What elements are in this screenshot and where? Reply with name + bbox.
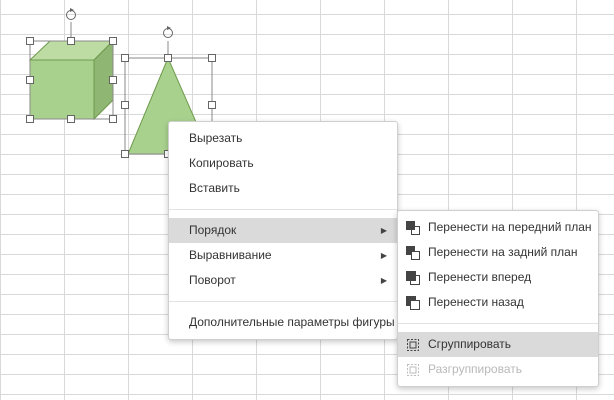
menu-item-arrange-label: Порядок: [189, 223, 237, 237]
submenu-item-bring-forward[interactable]: Перенести вперед: [398, 265, 598, 290]
menu-item-paste[interactable]: Вставить: [169, 176, 397, 201]
submenu-item-label: Перенести вперед: [428, 270, 532, 284]
cube-rotate-handle[interactable]: [66, 8, 76, 20]
menu-separator: [169, 301, 397, 302]
bring-forward-icon: [406, 271, 420, 285]
submenu-item-label: Перенести на задний план: [428, 245, 578, 259]
menu-item-copy[interactable]: Копировать: [169, 151, 397, 176]
submenu-arrow-icon: ▶: [380, 226, 387, 235]
menu-item-align[interactable]: Выравнивание ▶: [169, 243, 397, 268]
menu-item-arrange[interactable]: Порядок ▶: [169, 218, 397, 243]
menu-item-cut[interactable]: Вырезать: [169, 126, 397, 151]
group-icon: [407, 339, 419, 351]
submenu-arrow-icon: ▶: [380, 251, 387, 260]
menu-item-cut-label: Вырезать: [189, 131, 243, 145]
menu-item-align-label: Выравнивание: [189, 248, 272, 262]
menu-item-shape-settings-label: Дополнительные параметры фигуры: [189, 315, 395, 329]
send-to-back-icon: [406, 246, 420, 260]
triangle-rotate-handle[interactable]: [163, 26, 173, 38]
cube-shape[interactable]: [28, 39, 115, 121]
submenu-item-send-backward[interactable]: Перенести назад: [398, 290, 598, 315]
ungroup-icon: [407, 364, 419, 376]
submenu-arrow-icon: ▶: [380, 276, 387, 285]
menu-separator: [398, 323, 598, 324]
submenu-item-bring-to-front[interactable]: Перенести на передний план: [398, 215, 598, 240]
menu-item-copy-label: Копировать: [189, 156, 254, 170]
send-backward-icon: [406, 296, 420, 310]
arrange-submenu: Перенести на передний план Перенести на …: [397, 210, 599, 387]
menu-item-rotate[interactable]: Поворот ▶: [169, 268, 397, 293]
bring-to-front-icon: [406, 221, 420, 235]
menu-item-paste-label: Вставить: [189, 181, 240, 195]
menu-item-shape-settings[interactable]: Дополнительные параметры фигуры: [169, 310, 397, 335]
context-menu: Вырезать Копировать Вставить Порядок ▶ Вы…: [168, 121, 398, 340]
submenu-item-label: Разгруппировать: [428, 362, 523, 376]
submenu-item-label: Сгруппировать: [428, 337, 512, 351]
submenu-item-group[interactable]: Сгруппировать: [398, 332, 598, 357]
submenu-item-label: Перенести на передний план: [428, 220, 592, 234]
menu-separator: [169, 209, 397, 210]
submenu-item-label: Перенести назад: [428, 295, 524, 309]
submenu-item-send-to-back[interactable]: Перенести на задний план: [398, 240, 598, 265]
menu-item-rotate-label: Поворот: [189, 273, 236, 287]
submenu-item-ungroup[interactable]: Разгруппировать: [398, 357, 598, 382]
